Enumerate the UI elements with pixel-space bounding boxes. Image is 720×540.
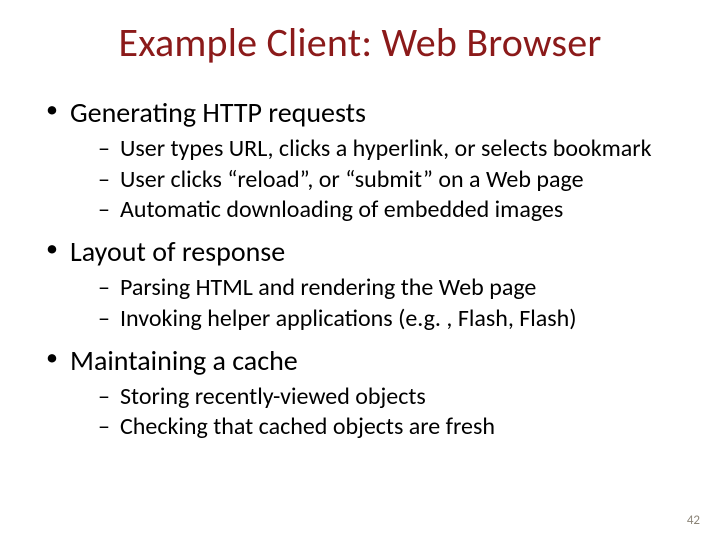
bullet-level1: Maintaining a cache Storing recently-vie… (42, 343, 690, 443)
bullet-level2: Storing recently-viewed objects (94, 382, 690, 413)
slide-number: 42 (687, 513, 700, 528)
sub-bullet-text: User types URL, clicks a hyperlink, or s… (120, 134, 652, 163)
sub-bullet-text: Parsing HTML and rendering the Web page (120, 273, 536, 302)
sub-bullet-text: User clicks “reload”, or “submit” on a W… (120, 165, 584, 194)
bullet-level2: Checking that cached objects are fresh (94, 412, 690, 443)
bullet-level2: User clicks “reload”, or “submit” on a W… (94, 165, 690, 196)
sub-bullet-text: Storing recently-viewed objects (120, 382, 426, 411)
sub-bullet-text: Invoking helper applications (e.g. , Fla… (120, 304, 577, 333)
slide-title: Example Client: Web Browser (30, 18, 690, 67)
sub-list: User types URL, clicks a hyperlink, or s… (70, 134, 690, 226)
sub-list: Parsing HTML and rendering the Web page … (70, 273, 690, 334)
sub-bullet-text: Automatic downloading of embedded images (120, 195, 563, 224)
sub-list: Storing recently-viewed objects Checking… (70, 382, 690, 443)
bullet-level2: Automatic downloading of embedded images (94, 195, 690, 226)
bullet-level2: Parsing HTML and rendering the Web page (94, 273, 690, 304)
bullet-text: Generating HTTP requests (70, 95, 366, 130)
slide: Example Client: Web Browser Generating H… (0, 0, 720, 443)
content-list: Generating HTTP requests User types URL,… (30, 95, 690, 443)
bullet-text: Maintaining a cache (70, 343, 298, 378)
bullet-level2: Invoking helper applications (e.g. , Fla… (94, 304, 690, 335)
sub-bullet-text: Checking that cached objects are fresh (120, 412, 495, 441)
bullet-level1: Layout of response Parsing HTML and rend… (42, 234, 690, 334)
bullet-text: Layout of response (70, 234, 285, 269)
bullet-level2: User types URL, clicks a hyperlink, or s… (94, 134, 690, 165)
bullet-level1: Generating HTTP requests User types URL,… (42, 95, 690, 226)
